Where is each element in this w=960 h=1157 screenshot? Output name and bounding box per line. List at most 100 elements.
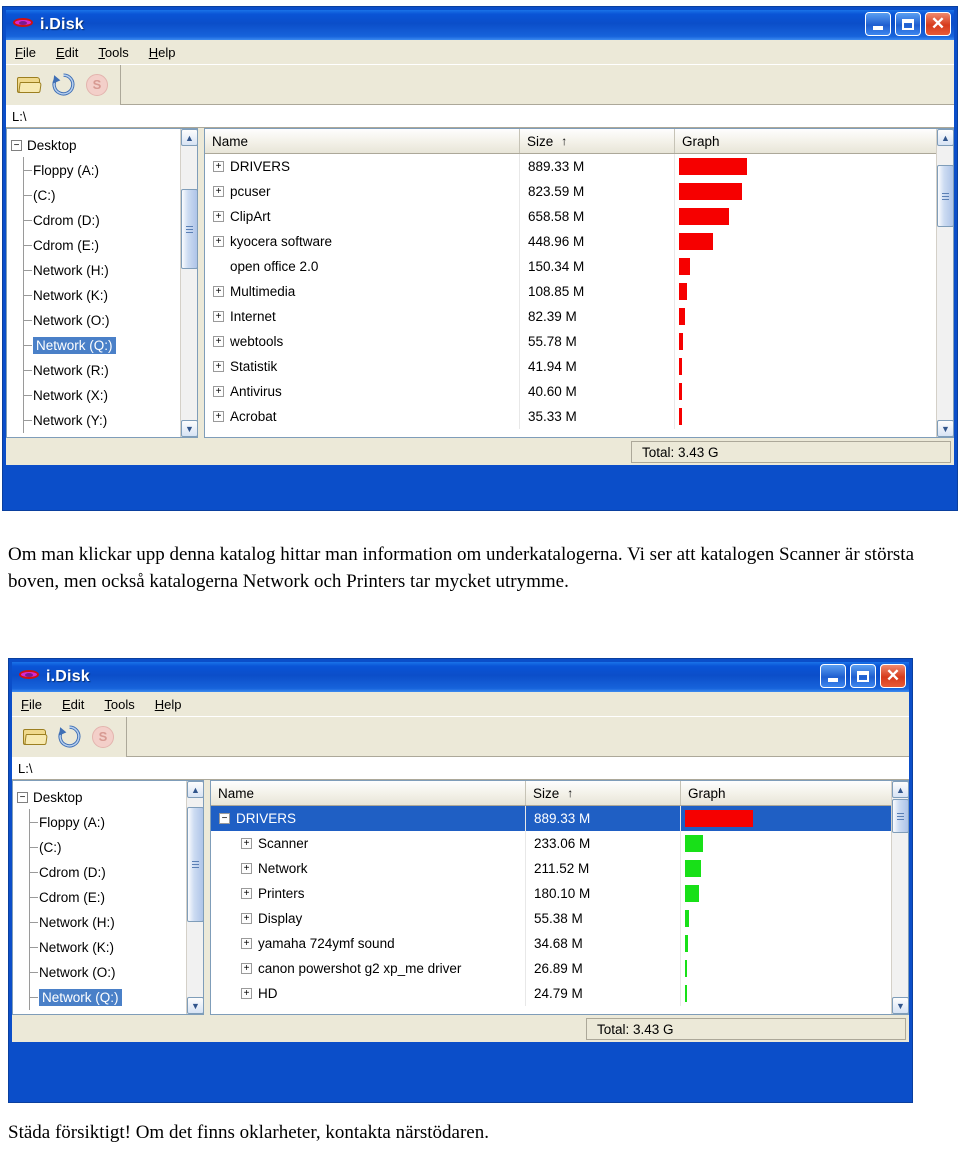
tree-item-cdrom-d[interactable]: Cdrom (D:) bbox=[17, 859, 203, 885]
row-expander-icon[interactable]: + bbox=[213, 236, 224, 247]
close-button[interactable]: ✕ bbox=[880, 664, 906, 688]
tree-scrollbar-1[interactable]: ▲ ▼ bbox=[180, 129, 197, 437]
table-row[interactable]: + Printers 180.10 M bbox=[211, 881, 908, 906]
list-pane-1[interactable]: Name Size ↑ Graph + DRIVERS 889.33 M + pcuse… bbox=[204, 128, 954, 438]
scroll-thumb[interactable] bbox=[181, 189, 197, 269]
menu-file[interactable]: File bbox=[21, 697, 42, 712]
menu-file[interactable]: FFileile bbox=[15, 45, 36, 60]
table-row[interactable]: + Display 55.38 M bbox=[211, 906, 908, 931]
table-row[interactable]: + webtools 55.78 M bbox=[205, 329, 953, 354]
table-row[interactable]: + Statistik 41.94 M bbox=[205, 354, 953, 379]
tree-item-network-y[interactable]: Network (Y:) bbox=[11, 407, 197, 433]
refresh-button[interactable] bbox=[46, 69, 80, 101]
tree-item-network-q[interactable]: Network (Q:) bbox=[17, 984, 203, 1010]
tree-expander-icon[interactable]: − bbox=[11, 140, 22, 151]
row-expander-icon[interactable]: + bbox=[213, 361, 224, 372]
list-pane-2[interactable]: Name Size ↑ Graph − DRIVERS 889.33 M + Scann… bbox=[210, 780, 909, 1015]
scroll-down-arrow[interactable]: ▼ bbox=[937, 420, 953, 437]
tree-item-cdrom-d[interactable]: Cdrom (D:) bbox=[11, 207, 197, 233]
scroll-up-arrow[interactable]: ▲ bbox=[187, 781, 203, 798]
row-expander-icon[interactable]: + bbox=[213, 286, 224, 297]
tree-scrollbar-2[interactable]: ▲ ▼ bbox=[186, 781, 203, 1014]
table-row[interactable]: + Multimedia 108.85 M bbox=[205, 279, 953, 304]
scroll-down-arrow[interactable]: ▼ bbox=[187, 997, 203, 1014]
tree-pane-1[interactable]: − Desktop Floppy (A:) (C:) Cdrom (D:) Cdrom (… bbox=[6, 128, 198, 438]
row-expander-icon[interactable]: + bbox=[241, 888, 252, 899]
maximize-button[interactable] bbox=[850, 664, 876, 688]
scroll-thumb[interactable] bbox=[937, 165, 953, 227]
menu-tools[interactable]: Tools bbox=[98, 45, 128, 60]
menu-tools[interactable]: Tools bbox=[104, 697, 134, 712]
row-expander-icon[interactable]: + bbox=[241, 838, 252, 849]
scroll-down-arrow[interactable]: ▼ bbox=[181, 420, 197, 437]
row-expander-icon[interactable]: + bbox=[213, 411, 224, 422]
close-button[interactable]: ✕ bbox=[925, 12, 951, 36]
scroll-up-arrow[interactable]: ▲ bbox=[892, 781, 908, 798]
table-row[interactable]: + yamaha 724ymf sound 34.68 M bbox=[211, 931, 908, 956]
tree-item-cdrom-e[interactable]: Cdrom (E:) bbox=[11, 232, 197, 258]
tree-item-network-k[interactable]: Network (K:) bbox=[17, 934, 203, 960]
tree-item-cdrom-e[interactable]: Cdrom (E:) bbox=[17, 884, 203, 910]
row-expander-icon[interactable]: + bbox=[241, 913, 252, 924]
tree-item-network-x[interactable]: Network (X:) bbox=[11, 382, 197, 408]
refresh-button[interactable] bbox=[52, 721, 86, 753]
scroll-thumb[interactable] bbox=[892, 799, 908, 833]
menu-edit[interactable]: Edit bbox=[62, 697, 84, 712]
table-row[interactable]: open office 2.0 150.34 M bbox=[205, 254, 953, 279]
tree-pane-2[interactable]: − Desktop Floppy (A:) (C:) Cdrom (D:) Cdrom (… bbox=[12, 780, 204, 1015]
path-bar-1[interactable]: L:\ bbox=[6, 104, 954, 128]
column-header-graph[interactable]: Graph bbox=[675, 129, 953, 153]
row-expander-icon[interactable]: + bbox=[213, 386, 224, 397]
tree-item-c[interactable]: (C:) bbox=[17, 834, 203, 860]
tree-item-network-h[interactable]: Network (H:) bbox=[17, 909, 203, 935]
row-expander-icon[interactable]: + bbox=[213, 336, 224, 347]
list-scrollbar-2[interactable]: ▲ ▼ bbox=[891, 781, 908, 1014]
table-row[interactable]: + Network 211.52 M bbox=[211, 856, 908, 881]
tree-expander-icon[interactable]: − bbox=[17, 792, 28, 803]
tree-item-network-k[interactable]: Network (K:) bbox=[11, 282, 197, 308]
tree-item-floppy-a[interactable]: Floppy (A:) bbox=[11, 157, 197, 183]
row-expander-icon[interactable]: − bbox=[219, 813, 230, 824]
row-expander-icon[interactable]: + bbox=[213, 186, 224, 197]
row-expander-icon[interactable]: + bbox=[241, 863, 252, 874]
scroll-down-arrow[interactable]: ▼ bbox=[892, 997, 908, 1014]
row-expander-icon[interactable]: + bbox=[213, 161, 224, 172]
scroll-up-arrow[interactable]: ▲ bbox=[937, 129, 953, 146]
scan-button[interactable]: S bbox=[86, 721, 120, 753]
table-row[interactable]: + HD 24.79 M bbox=[211, 981, 908, 1006]
column-header-size[interactable]: Size ↑ bbox=[520, 129, 675, 153]
table-row[interactable]: + pcuser 823.59 M bbox=[205, 179, 953, 204]
tree-item-desktop[interactable]: − Desktop bbox=[11, 133, 197, 158]
tree-item-network-r[interactable]: Network (R:) bbox=[11, 357, 197, 383]
row-expander-icon[interactable]: + bbox=[241, 963, 252, 974]
scroll-thumb[interactable] bbox=[187, 807, 203, 922]
menu-help[interactable]: Help bbox=[149, 45, 176, 60]
list-scrollbar-1[interactable]: ▲ ▼ bbox=[936, 129, 953, 437]
minimize-button[interactable] bbox=[820, 664, 846, 688]
row-expander-icon[interactable]: + bbox=[213, 211, 224, 222]
tree-item-c[interactable]: (C:) bbox=[11, 182, 197, 208]
table-row[interactable]: + kyocera software 448.96 M bbox=[205, 229, 953, 254]
table-row[interactable]: + Scanner 233.06 M bbox=[211, 831, 908, 856]
table-row[interactable]: + Antivirus 40.60 M bbox=[205, 379, 953, 404]
menu-help[interactable]: Help bbox=[155, 697, 182, 712]
titlebar-2[interactable]: i.Disk ✕ bbox=[12, 662, 909, 692]
column-header-graph[interactable]: Graph bbox=[681, 781, 908, 805]
tree-item-network-o[interactable]: Network (O:) bbox=[11, 307, 197, 333]
minimize-button[interactable] bbox=[865, 12, 891, 36]
path-bar-2[interactable]: L:\ bbox=[12, 756, 909, 780]
menu-edit[interactable]: Edit bbox=[56, 45, 78, 60]
table-row[interactable]: + canon powershot g2 xp_me driver 26.89 M bbox=[211, 956, 908, 981]
titlebar-1[interactable]: i.Disk ✕ bbox=[6, 10, 954, 40]
table-row[interactable]: + DRIVERS 889.33 M bbox=[205, 154, 953, 179]
tree-item-network-q[interactable]: Network (Q:) bbox=[11, 332, 197, 358]
column-header-name[interactable]: Name bbox=[205, 129, 520, 153]
open-folder-button[interactable] bbox=[12, 69, 46, 101]
tree-item-network-o[interactable]: Network (O:) bbox=[17, 959, 203, 985]
row-expander-icon[interactable]: + bbox=[213, 311, 224, 322]
table-row[interactable]: + Internet 82.39 M bbox=[205, 304, 953, 329]
maximize-button[interactable] bbox=[895, 12, 921, 36]
table-row[interactable]: + Acrobat 35.33 M bbox=[205, 404, 953, 429]
tree-item-floppy-a[interactable]: Floppy (A:) bbox=[17, 809, 203, 835]
scan-button[interactable]: S bbox=[80, 69, 114, 101]
